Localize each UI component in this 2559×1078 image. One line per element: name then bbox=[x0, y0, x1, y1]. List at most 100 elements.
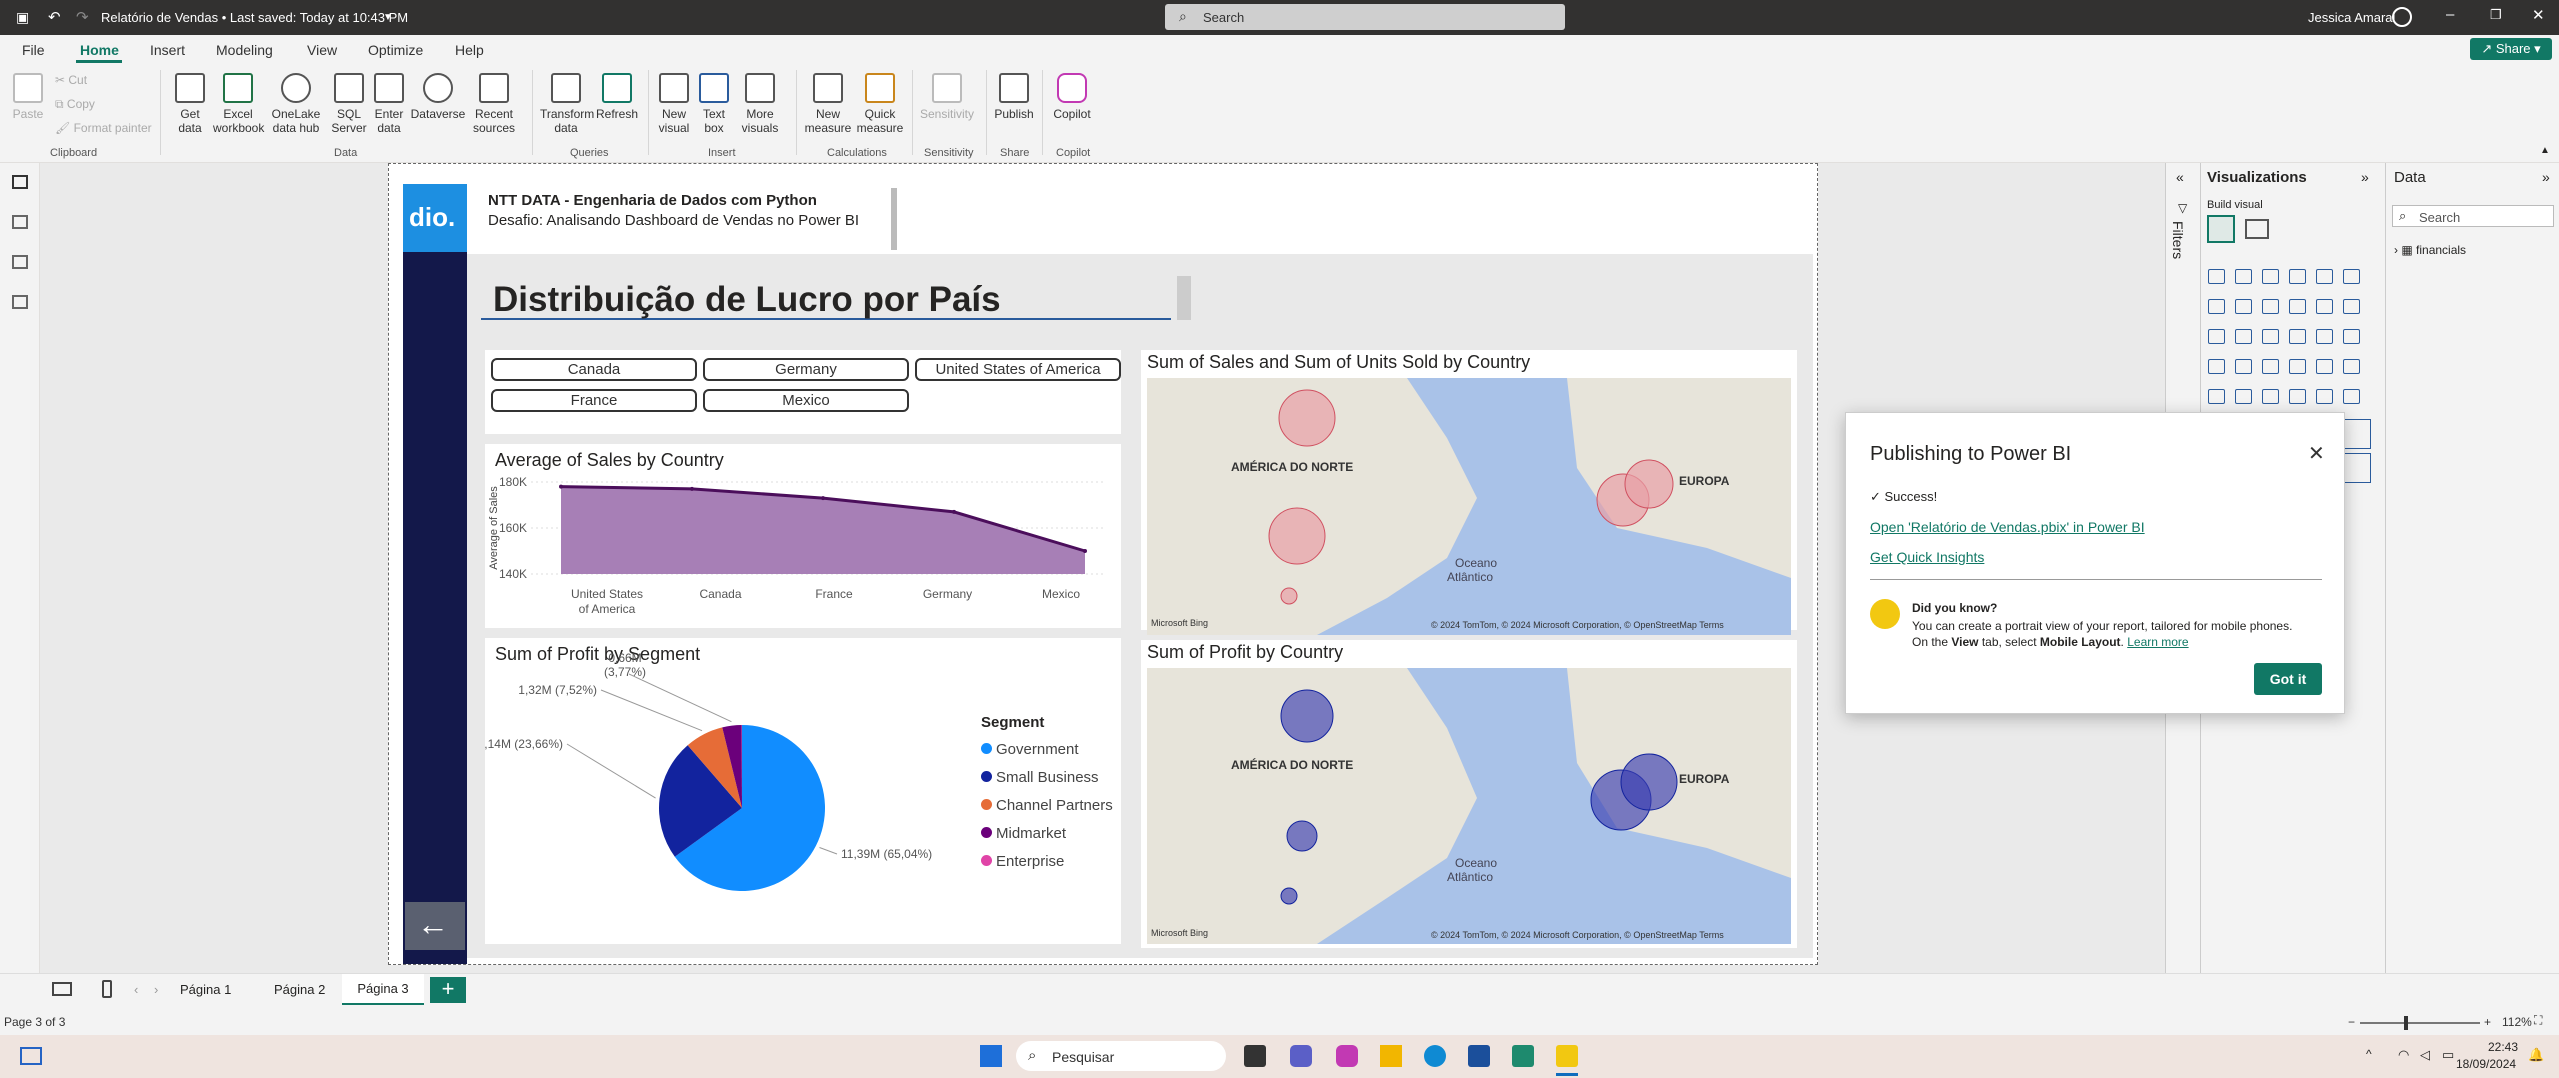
stacked-column-icon[interactable] bbox=[2235, 269, 2252, 284]
mobile-view-icon[interactable] bbox=[102, 980, 112, 998]
page-tab-2[interactable]: Página 2 bbox=[274, 982, 325, 997]
report-view-icon[interactable] bbox=[12, 175, 28, 189]
next-page-icon[interactable]: › bbox=[154, 982, 158, 997]
area-chart-icon[interactable] bbox=[2235, 299, 2252, 314]
edge-icon[interactable] bbox=[1424, 1045, 1446, 1067]
table-icon[interactable] bbox=[2289, 389, 2306, 404]
teams-icon[interactable] bbox=[1290, 1045, 1312, 1067]
menu-home[interactable]: Home bbox=[80, 42, 119, 58]
chevron-up-icon[interactable]: ^ bbox=[2366, 1047, 2372, 1061]
table-view-icon[interactable] bbox=[12, 215, 28, 229]
legend-item[interactable]: Government bbox=[981, 736, 1113, 764]
chevron-down-icon[interactable]: ▼ bbox=[383, 12, 393, 23]
notification-icon[interactable]: 🔔 bbox=[2528, 1047, 2544, 1063]
notepad-icon[interactable] bbox=[1512, 1045, 1534, 1067]
build-visual-icon[interactable] bbox=[2207, 215, 2235, 243]
menu-help[interactable]: Help bbox=[455, 42, 484, 58]
undo-icon[interactable]: ↶ bbox=[48, 8, 61, 26]
dax-query-icon[interactable] bbox=[12, 295, 28, 309]
enter-data-button[interactable]: Enter data bbox=[372, 73, 406, 135]
profit-country-map-visual[interactable]: Sum of Profit by Country AMÉRICA DO NORT… bbox=[1141, 640, 1797, 948]
slicer-mexico[interactable]: Mexico bbox=[703, 389, 909, 412]
fit-page-icon[interactable]: ⛶ bbox=[2534, 1013, 2542, 1028]
sales-units-map-visual[interactable]: Sum of Sales and Sum of Units Sold by Co… bbox=[1141, 350, 1797, 635]
expand-icon[interactable]: » bbox=[2542, 169, 2550, 185]
menu-file[interactable]: File bbox=[22, 42, 45, 58]
close-icon[interactable]: ✕ bbox=[2532, 6, 2545, 24]
new-measure-button[interactable]: New measure bbox=[804, 73, 852, 135]
kpi-icon[interactable] bbox=[2235, 389, 2252, 404]
map[interactable]: AMÉRICA DO NORTE EUROPA Oceano Atlântico… bbox=[1147, 668, 1791, 944]
expand-icon[interactable]: » bbox=[2361, 169, 2369, 185]
legend-item[interactable]: Small Business bbox=[981, 764, 1113, 792]
copilot-app-icon[interactable] bbox=[1336, 1045, 1358, 1067]
zoom-out-icon[interactable]: − bbox=[2348, 1015, 2355, 1029]
transform-data-button[interactable]: Transform data bbox=[540, 73, 594, 135]
wifi-icon[interactable]: ◠ bbox=[2398, 1047, 2409, 1063]
combo-chart-icon[interactable] bbox=[2343, 299, 2360, 314]
paste-button[interactable]: Paste bbox=[10, 73, 46, 121]
smart-narrative-icon[interactable] bbox=[2341, 453, 2371, 483]
redo-icon[interactable]: ↷ bbox=[76, 8, 89, 26]
windows-start-icon[interactable] bbox=[980, 1045, 1002, 1067]
azure-map-icon[interactable] bbox=[2289, 359, 2306, 374]
page-tab-3[interactable]: Página 3 bbox=[342, 974, 424, 1006]
onelake-button[interactable]: OneLake data hub bbox=[268, 73, 324, 135]
legend-item[interactable]: Channel Partners bbox=[981, 792, 1113, 820]
collapse-icon[interactable]: « bbox=[2176, 169, 2184, 185]
file-explorer-icon[interactable] bbox=[1380, 1045, 1402, 1067]
chevron-up-icon[interactable]: ▲ bbox=[2540, 145, 2550, 156]
waterfall-icon[interactable] bbox=[2208, 329, 2225, 344]
stacked-area-icon[interactable] bbox=[2262, 299, 2279, 314]
zoom-handle[interactable] bbox=[2404, 1016, 2408, 1030]
donut-icon[interactable] bbox=[2316, 329, 2333, 344]
learn-more-link[interactable]: Learn more bbox=[2127, 635, 2188, 649]
battery-icon[interactable]: ▭ bbox=[2442, 1047, 2454, 1063]
gauge-icon[interactable] bbox=[2316, 359, 2333, 374]
share-button[interactable]: ↗ Share ▾ bbox=[2470, 38, 2552, 60]
publish-button[interactable]: Publish bbox=[992, 73, 1036, 121]
get-data-button[interactable]: Get data bbox=[170, 73, 210, 135]
slicer-icon[interactable] bbox=[2262, 389, 2279, 404]
ribbon-chart-icon[interactable] bbox=[2289, 299, 2306, 314]
map[interactable]: AMÉRICA DO NORTE EUROPA Oceano Atlântico… bbox=[1147, 378, 1791, 635]
text-box-button[interactable]: Text box bbox=[698, 73, 730, 135]
task-view-icon[interactable] bbox=[1244, 1045, 1266, 1067]
100-bar-icon[interactable] bbox=[2316, 269, 2333, 284]
format-visual-icon[interactable] bbox=[2245, 219, 2269, 239]
menu-insert[interactable]: Insert bbox=[150, 42, 185, 58]
add-page-button[interactable]: + bbox=[430, 977, 466, 1003]
menu-optimize[interactable]: Optimize bbox=[368, 42, 423, 58]
taskbar-search[interactable]: ⌕ Pesquisar bbox=[1016, 1041, 1226, 1071]
data-search-input[interactable]: ⌕ Search bbox=[2392, 205, 2554, 227]
visual-type-gallery[interactable] bbox=[2203, 263, 2383, 413]
legend-item[interactable]: Enterprise bbox=[981, 848, 1113, 876]
100-column-icon[interactable] bbox=[2343, 269, 2360, 284]
funnel-icon[interactable] bbox=[2235, 329, 2252, 344]
volume-icon[interactable]: ◁ bbox=[2420, 1047, 2430, 1063]
line-chart-icon[interactable] bbox=[2208, 299, 2225, 314]
model-view-icon[interactable] bbox=[12, 255, 28, 269]
dataverse-button[interactable]: Dataverse bbox=[410, 73, 466, 121]
legend-item[interactable]: Midmarket bbox=[981, 820, 1113, 848]
scatter-icon[interactable] bbox=[2262, 329, 2279, 344]
pie-icon[interactable] bbox=[2289, 329, 2306, 344]
clustered-bar-icon[interactable] bbox=[2262, 269, 2279, 284]
slicer-canada[interactable]: Canada bbox=[491, 358, 697, 381]
menu-modeling[interactable]: Modeling bbox=[216, 42, 273, 58]
cut-button[interactable]: ✂ Cut bbox=[55, 73, 87, 87]
copilot-button[interactable]: Copilot bbox=[1048, 73, 1096, 121]
save-icon[interactable]: ▣ bbox=[16, 9, 29, 26]
widgets-icon[interactable] bbox=[20, 1047, 42, 1065]
slicer-france[interactable]: France bbox=[491, 389, 697, 412]
sql-button[interactable]: SQL Server bbox=[330, 73, 368, 135]
avg-sales-visual[interactable]: Average of Sales by Country Average of S… bbox=[485, 444, 1121, 628]
page-tab-1[interactable]: Página 1 bbox=[180, 982, 231, 997]
quick-measure-button[interactable]: Quick measure bbox=[856, 73, 904, 135]
zoom-slider[interactable] bbox=[2360, 1022, 2480, 1024]
power-bi-icon[interactable] bbox=[1556, 1045, 1578, 1067]
card-icon[interactable] bbox=[2343, 359, 2360, 374]
back-button[interactable]: ← bbox=[405, 902, 465, 950]
search-input[interactable]: ⌕ Search bbox=[1165, 4, 1565, 30]
line-column-icon[interactable] bbox=[2316, 299, 2333, 314]
